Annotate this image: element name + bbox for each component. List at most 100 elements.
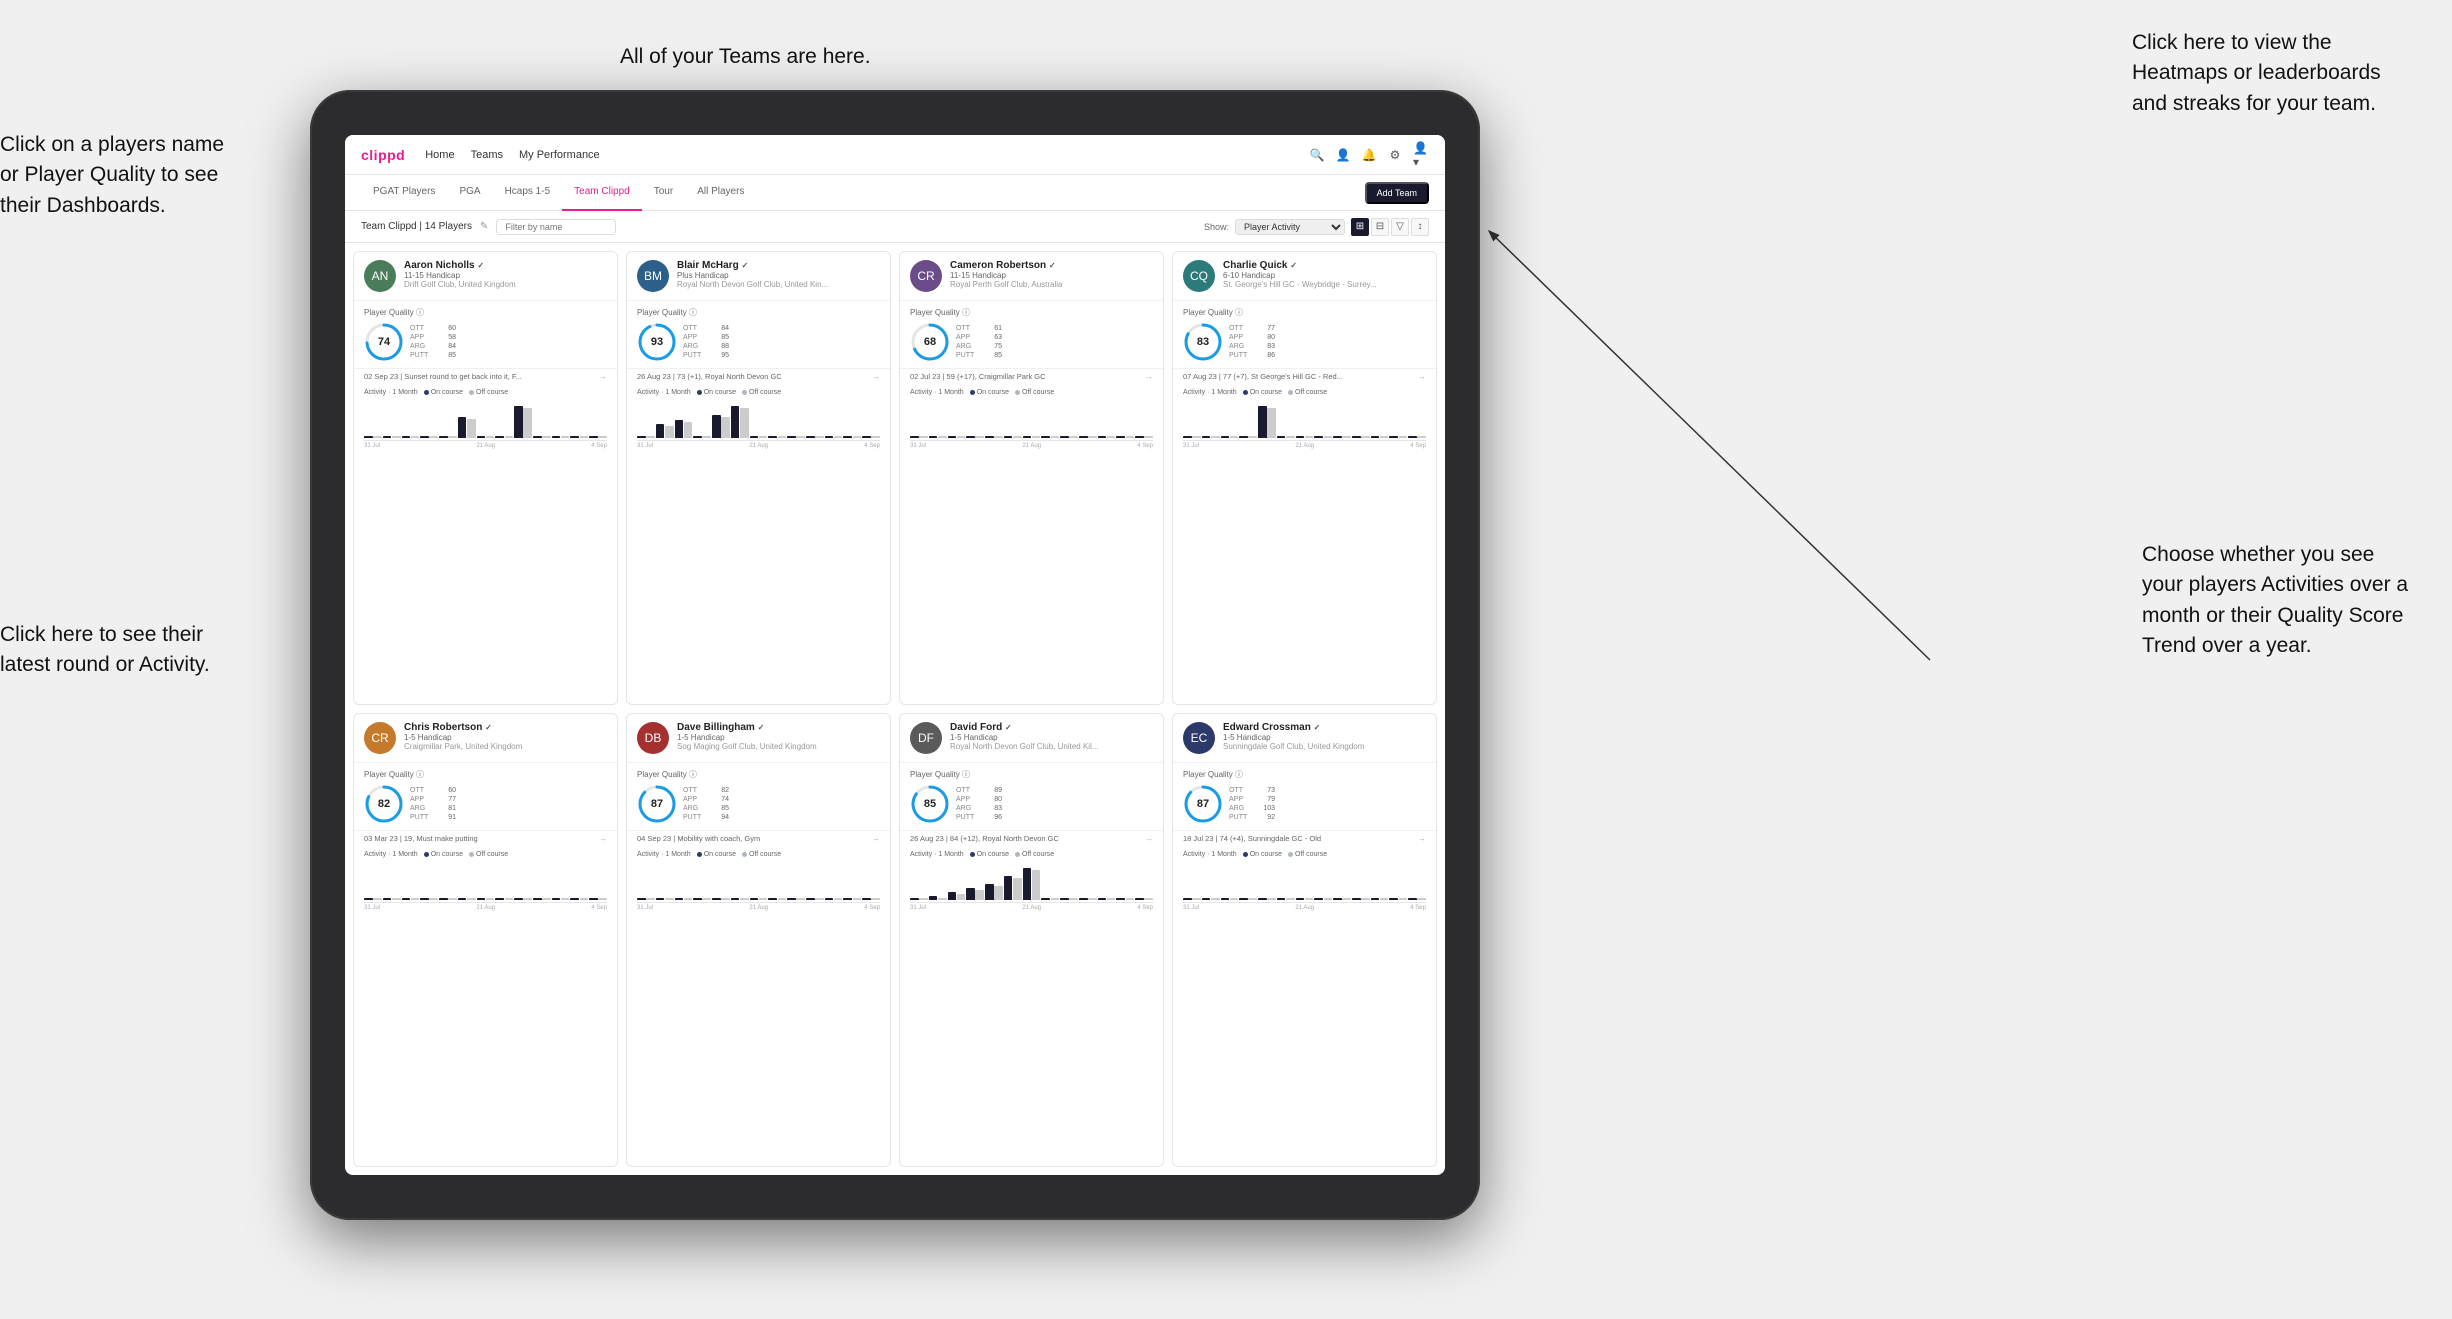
card-header: DF David Ford ✓ 1-5 Handicap Royal North… — [900, 714, 1163, 763]
filter-icon[interactable]: ▽ — [1391, 218, 1409, 236]
nav-teams[interactable]: Teams — [471, 149, 503, 161]
player-name[interactable]: Chris Robertson ✓ — [404, 722, 607, 733]
round-arrow[interactable]: → — [872, 834, 880, 843]
search-icon[interactable]: 🔍 — [1309, 147, 1325, 163]
bar-off-course — [486, 436, 495, 438]
player-card[interactable]: BM Blair McHarg ✓ Plus Handicap Royal No… — [626, 251, 891, 705]
round-arrow[interactable]: → — [1145, 372, 1153, 381]
bar-on-course — [1023, 868, 1032, 900]
quality-circle[interactable]: 68 — [910, 322, 950, 362]
bar-off-course — [1013, 436, 1022, 438]
quality-circle[interactable]: 87 — [1183, 784, 1223, 824]
bar-off-course — [975, 436, 984, 438]
off-course-label: Off course — [476, 851, 508, 858]
bar-off-course — [1144, 436, 1153, 438]
bar-on-course — [656, 898, 665, 900]
show-select[interactable]: Player Activity Quality Score Trend — [1235, 219, 1345, 235]
quality-circle[interactable]: 85 — [910, 784, 950, 824]
list-view-icon[interactable]: ⊟ — [1371, 218, 1389, 236]
on-course-label: On course — [431, 389, 463, 396]
filter-input[interactable] — [496, 219, 616, 235]
card-header: CR Cameron Robertson ✓ 11-15 Handicap Ro… — [900, 252, 1163, 301]
sort-icon[interactable]: ↕ — [1411, 218, 1429, 236]
player-card[interactable]: DF David Ford ✓ 1-5 Handicap Royal North… — [899, 713, 1164, 1167]
player-card[interactable]: CQ Charlie Quick ✓ 6-10 Handicap St. Geo… — [1172, 251, 1437, 705]
ott-row: OTT 89 — [956, 787, 1002, 794]
tab-hcaps[interactable]: Hcaps 1-5 — [493, 175, 563, 211]
date-end: 4 Sep — [591, 443, 607, 449]
quality-circle[interactable]: 83 — [1183, 322, 1223, 362]
nav-home[interactable]: Home — [425, 149, 454, 161]
round-arrow[interactable]: → — [1418, 372, 1426, 381]
player-card[interactable]: DB Dave Billingham ✓ 1-5 Handicap Sog Ma… — [626, 713, 891, 1167]
activity-legend: On course Off course — [424, 851, 508, 858]
putt-row: PUTT 85 — [410, 352, 456, 359]
player-card[interactable]: CR Cameron Robertson ✓ 11-15 Handicap Ro… — [899, 251, 1164, 705]
bar-on-course — [1258, 406, 1267, 438]
settings-icon[interactable]: ⚙ — [1387, 147, 1403, 163]
nav-performance[interactable]: My Performance — [519, 149, 600, 161]
quality-circle[interactable]: 82 — [364, 784, 404, 824]
bar-on-course — [1060, 898, 1069, 900]
tab-pgat[interactable]: PGAT Players — [361, 175, 447, 211]
player-card[interactable]: CR Chris Robertson ✓ 1-5 Handicap Craigm… — [353, 713, 618, 1167]
player-name[interactable]: Charlie Quick ✓ — [1223, 260, 1426, 271]
app-value: 58 — [440, 334, 456, 341]
bar-off-course — [1126, 898, 1135, 900]
bar-on-course — [1371, 436, 1380, 438]
player-info: Charlie Quick ✓ 6-10 Handicap St. George… — [1223, 260, 1426, 289]
tab-tour[interactable]: Tour — [642, 175, 685, 211]
user-menu-icon[interactable]: 👤▾ — [1413, 147, 1429, 163]
player-name[interactable]: Dave Billingham ✓ — [677, 722, 880, 733]
add-team-button[interactable]: Add Team — [1365, 182, 1429, 204]
bar-on-course — [552, 898, 561, 900]
edit-icon[interactable]: ✎ — [480, 221, 488, 232]
quality-circle[interactable]: 87 — [637, 784, 677, 824]
nav-logo: clippd — [361, 147, 405, 163]
round-arrow[interactable]: → — [1418, 834, 1426, 843]
player-card[interactable]: EC Edward Crossman ✓ 1-5 Handicap Sunnin… — [1172, 713, 1437, 1167]
player-name[interactable]: Cameron Robertson ✓ — [950, 260, 1153, 271]
profile-icon[interactable]: 👤 — [1335, 147, 1351, 163]
putt-label: PUTT — [1229, 352, 1253, 359]
round-arrow[interactable]: → — [599, 834, 607, 843]
bar-off-course — [1417, 436, 1426, 438]
bar-on-course — [439, 898, 448, 900]
activity-legend: On course Off course — [970, 389, 1054, 396]
round-arrow[interactable]: → — [872, 372, 880, 381]
arg-value: 84 — [440, 343, 456, 350]
app-row: APP 79 — [1229, 796, 1275, 803]
arg-row: ARG 75 — [956, 343, 1002, 350]
chart-bar-group — [589, 898, 607, 900]
grid-view-icon[interactable]: ⊞ — [1351, 218, 1369, 236]
quality-circle[interactable]: 93 — [637, 322, 677, 362]
round-arrow[interactable]: → — [599, 372, 607, 381]
chart-bar-group — [1371, 898, 1389, 900]
quality-row: 85 OTT 89 APP 80 — [910, 784, 1002, 824]
annotation-teams: All of your Teams are here. — [620, 42, 871, 72]
tab-all-players[interactable]: All Players — [685, 175, 756, 211]
tab-pga[interactable]: PGA — [447, 175, 492, 211]
ott-label: OTT — [683, 325, 707, 332]
player-card[interactable]: AN Aaron Nicholls ✓ 11-15 Handicap Drift… — [353, 251, 618, 705]
chart-bar-group — [656, 898, 674, 900]
quality-circle[interactable]: 74 — [364, 322, 404, 362]
activity-section: Activity · 1 Month On course Off course — [627, 385, 890, 704]
chart-bar-group — [1408, 898, 1426, 900]
quality-section: Player Quality ⓘ 93 OTT 84 — [627, 301, 890, 368]
player-name[interactable]: Aaron Nicholls ✓ — [404, 260, 607, 271]
bell-icon[interactable]: 🔔 — [1361, 147, 1377, 163]
bar-off-course — [1342, 898, 1351, 900]
round-arrow[interactable]: → — [1145, 834, 1153, 843]
player-name[interactable]: Blair McHarg ✓ — [677, 260, 880, 271]
bar-off-course — [702, 436, 711, 438]
quality-label: Player Quality ⓘ — [637, 769, 729, 780]
chart-bar-group — [862, 898, 880, 900]
toolbar: Team Clippd | 14 Players ✎ Show: Player … — [345, 211, 1445, 243]
player-name[interactable]: Edward Crossman ✓ — [1223, 722, 1426, 733]
tab-team-clippd[interactable]: Team Clippd — [562, 175, 642, 211]
player-name[interactable]: David Ford ✓ — [950, 722, 1153, 733]
player-grid: AN Aaron Nicholls ✓ 11-15 Handicap Drift… — [345, 243, 1445, 1175]
chart-bar-group — [693, 436, 711, 438]
bar-off-course — [373, 898, 382, 900]
